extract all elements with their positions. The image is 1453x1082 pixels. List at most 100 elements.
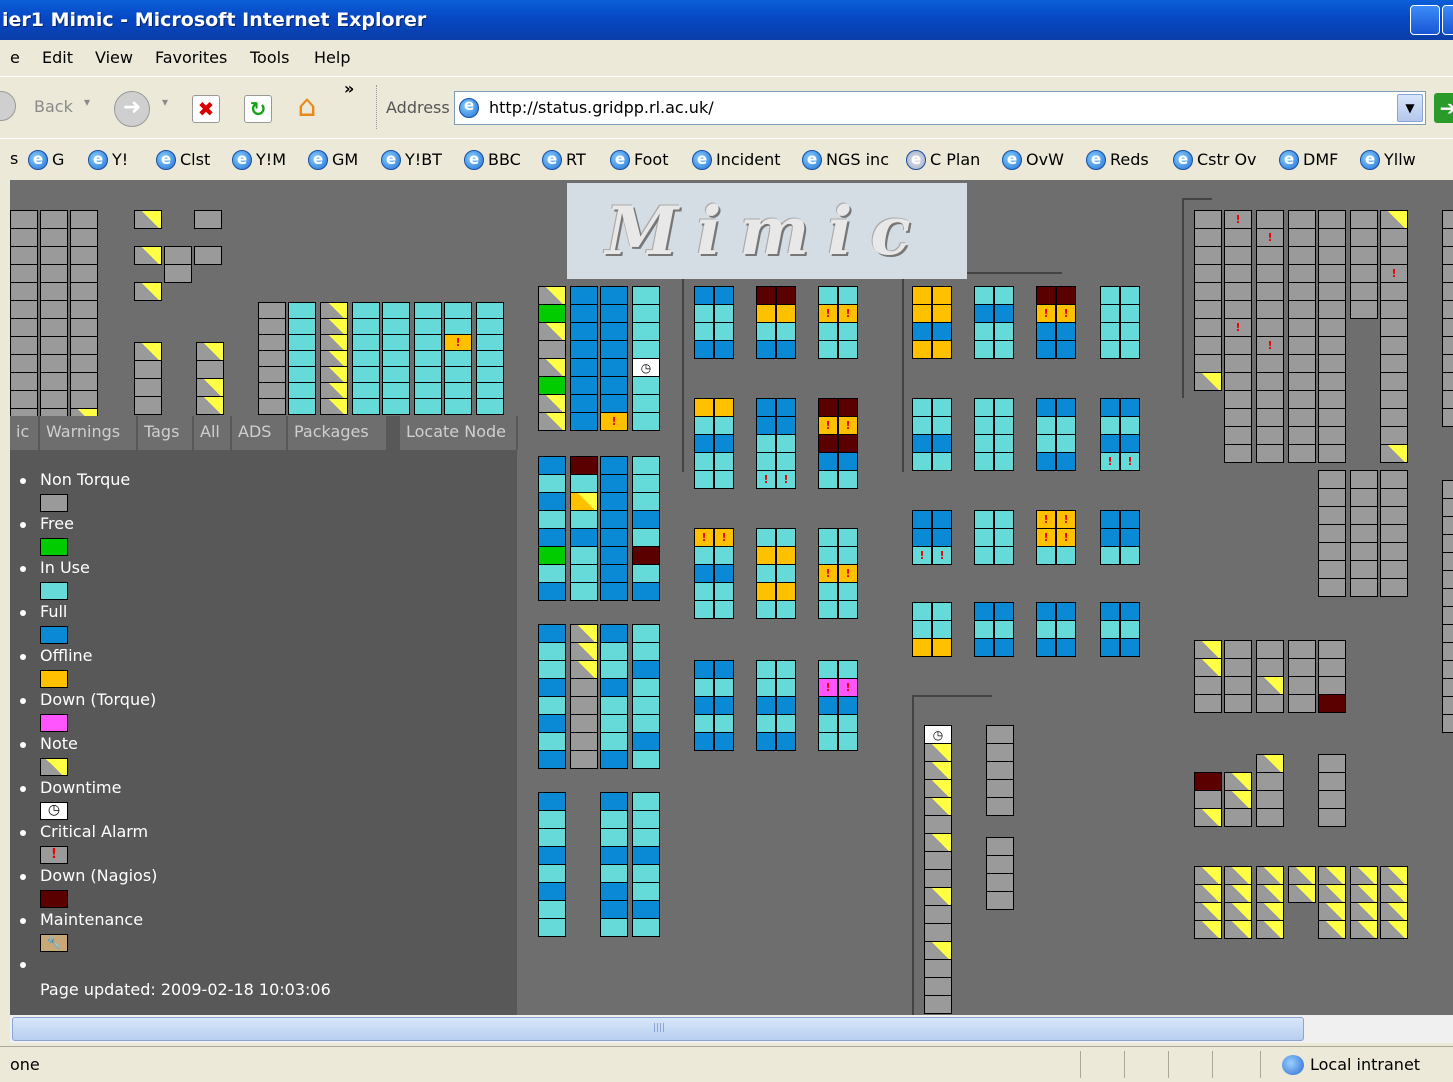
node-cell[interactable] [1056,340,1076,359]
node-cell[interactable] [538,582,566,601]
node-cell[interactable] [600,792,628,811]
node-cell[interactable] [444,350,472,367]
node-cell[interactable]: ! [818,678,838,697]
node-cell[interactable] [912,304,932,323]
node-cell[interactable] [776,678,796,697]
node-cell[interactable] [1036,434,1056,453]
node-cell[interactable] [570,546,598,565]
node-cell[interactable] [1350,210,1378,229]
node-cell[interactable] [1100,304,1120,323]
node-cell[interactable] [1256,264,1284,283]
node-cell[interactable] [196,360,224,379]
link-foot[interactable]: Foot [610,148,668,171]
node-cell[interactable] [1318,336,1346,355]
node-cell[interactable] [10,354,38,373]
node-cell[interactable] [476,366,504,383]
node-cell[interactable] [694,714,714,733]
node-cell[interactable] [1194,676,1222,695]
node-cell[interactable] [1256,920,1284,939]
node-cell[interactable] [974,528,994,547]
node-cell[interactable] [1224,808,1252,827]
node-cell[interactable]: ! [776,470,796,489]
node-cell[interactable] [1224,444,1252,463]
node-cell[interactable] [1288,264,1316,283]
link-cstr-ov[interactable]: Cstr Ov [1173,148,1257,171]
node-cell[interactable] [1380,524,1408,543]
node-cell[interactable] [570,304,598,323]
tab-all[interactable]: All [194,416,232,450]
node-cell[interactable] [1318,318,1346,337]
node-cell[interactable]: ! [1120,452,1140,471]
node-cell[interactable] [1056,546,1076,565]
node-cell[interactable] [1120,286,1140,305]
node-cell[interactable]: ! [444,334,472,351]
node-cell[interactable] [756,660,776,679]
back-dropdown-icon[interactable]: ▾ [84,95,90,109]
node-cell[interactable] [1194,640,1222,659]
node-cell[interactable] [632,642,660,661]
node-cell[interactable] [1256,694,1284,713]
node-cell[interactable] [476,350,504,367]
node-cell[interactable] [838,470,858,489]
node-cell[interactable] [382,398,410,415]
back-button[interactable]: Back [34,97,73,116]
node-cell[interactable] [1256,658,1284,677]
node-cell[interactable] [10,300,38,319]
node-cell[interactable] [1318,408,1346,427]
node-cell[interactable] [1224,920,1252,939]
node-cell[interactable] [538,696,566,715]
node-cell[interactable] [924,995,952,1014]
node-cell[interactable] [1288,336,1316,355]
link-g[interactable]: G [28,148,64,171]
node-cell[interactable] [1288,228,1316,247]
node-cell[interactable] [1256,754,1284,773]
node-cell[interactable] [632,792,660,811]
node-cell[interactable] [994,602,1014,621]
node-cell[interactable] [538,660,566,679]
node-cell[interactable] [1288,694,1316,713]
node-cell[interactable] [1194,790,1222,809]
node-cell[interactable] [352,350,380,367]
node-cell[interactable] [1224,390,1252,409]
node-cell[interactable] [1256,246,1284,265]
node-cell[interactable] [600,660,628,679]
node-cell[interactable] [538,810,566,829]
node-cell[interactable] [694,546,714,565]
node-cell[interactable] [1256,372,1284,391]
node-cell[interactable] [444,318,472,335]
node-cell[interactable] [40,372,68,391]
node-cell[interactable] [632,810,660,829]
node-cell[interactable] [40,300,68,319]
node-cell[interactable] [538,678,566,697]
node-cell[interactable] [1380,318,1408,337]
node-cell[interactable] [570,750,598,769]
node-cell[interactable] [1288,354,1316,373]
link-ovw[interactable]: OvW [1002,148,1064,171]
node-cell[interactable] [382,318,410,335]
node-cell[interactable] [974,340,994,359]
node-cell[interactable] [1036,452,1056,471]
node-cell[interactable] [756,322,776,341]
node-cell[interactable] [600,882,628,901]
node-cell[interactable] [994,638,1014,657]
node-cell[interactable] [1380,354,1408,373]
node-cell[interactable] [1194,246,1222,265]
node-cell[interactable] [382,350,410,367]
node-cell[interactable]: ! [1056,510,1076,529]
node-cell[interactable] [632,492,660,511]
node-cell[interactable] [600,546,628,565]
node-cell[interactable] [838,546,858,565]
node-cell[interactable] [1100,434,1120,453]
node-cell[interactable] [1318,444,1346,463]
node-cell[interactable] [632,528,660,547]
node-cell[interactable] [1194,694,1222,713]
node-cell[interactable]: ! [1036,528,1056,547]
node-cell[interactable] [994,416,1014,435]
node-cell[interactable] [70,246,98,265]
node-cell[interactable] [1256,354,1284,373]
node-cell[interactable] [414,318,442,335]
node-cell[interactable] [818,398,838,417]
node-cell[interactable] [1318,542,1346,561]
node-cell[interactable] [538,394,566,413]
node-cell[interactable] [838,340,858,359]
